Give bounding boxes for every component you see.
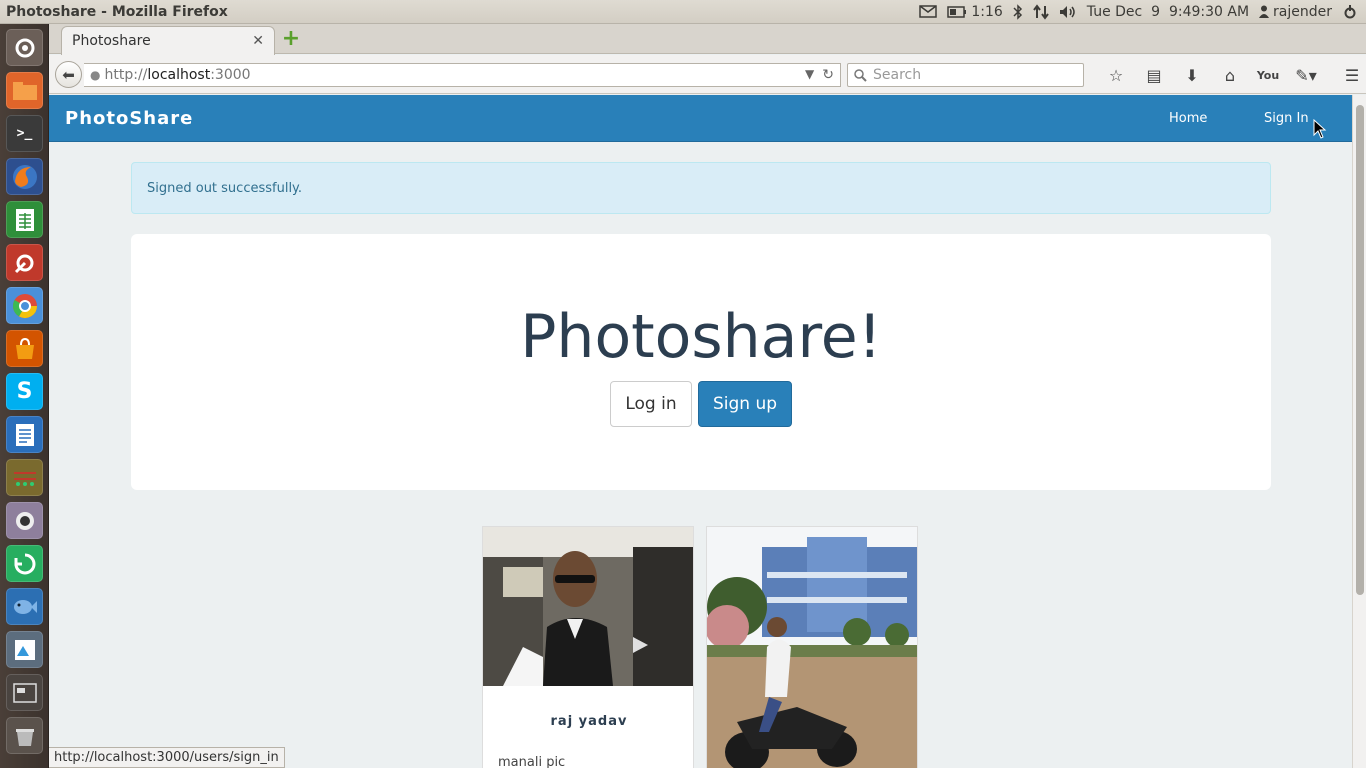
search-icon xyxy=(854,68,867,82)
card-user-name: raj yadav xyxy=(550,714,628,729)
bluetooth-icon[interactable] xyxy=(1013,3,1023,20)
battery-icon xyxy=(947,5,967,18)
workspace-icon[interactable] xyxy=(6,674,43,711)
url-prefix: http:// xyxy=(104,67,148,83)
firefox-icon[interactable] xyxy=(6,158,43,195)
volume-icon[interactable] xyxy=(1059,5,1077,19)
page-viewport: PhotoShare Home Sign In Signed out succe… xyxy=(49,95,1352,768)
skype-icon[interactable]: S xyxy=(6,373,43,410)
youtube-icon[interactable]: You xyxy=(1249,69,1287,82)
webcam-icon[interactable] xyxy=(6,502,43,539)
url-host: localhost xyxy=(147,67,211,83)
globe-icon: ● xyxy=(90,68,101,82)
power-gear-icon[interactable] xyxy=(1342,4,1358,20)
toolbar-icons: ☆ ▤ ⬇ ⌂ You ✎▾ ☰ xyxy=(1097,63,1366,87)
dash-icon[interactable] xyxy=(6,29,43,66)
trash-icon[interactable] xyxy=(6,717,43,754)
launcher: >_ S xyxy=(0,24,49,768)
terminal-icon[interactable]: >_ xyxy=(6,115,43,152)
scrollbar-thumb[interactable] xyxy=(1356,105,1364,595)
username: rajender xyxy=(1273,3,1332,20)
window-title: Photoshare - Mozilla Firefox xyxy=(6,3,228,20)
battery-time: 1:16 xyxy=(971,3,1003,20)
mail-icon[interactable] xyxy=(919,5,938,18)
recycle-icon[interactable] xyxy=(6,545,43,582)
page-heading: Photoshare! xyxy=(520,302,882,372)
home-icon[interactable]: ⌂ xyxy=(1211,66,1249,85)
menu-icon[interactable]: ☰ xyxy=(1333,66,1366,85)
status-bar: http://localhost:3000/users/sign_in xyxy=(49,747,285,768)
clock[interactable]: Tue Dec 9 9:49:30 AM xyxy=(1087,4,1249,20)
writer-icon[interactable] xyxy=(6,416,43,453)
downloads-icon[interactable]: ⬇ xyxy=(1173,66,1211,85)
site-brand[interactable]: PhotoShare xyxy=(65,108,193,129)
search-placeholder: Search xyxy=(873,67,922,83)
user-menu[interactable]: rajender xyxy=(1259,4,1332,20)
site-navbar: PhotoShare Home Sign In xyxy=(49,95,1352,142)
nav-home-link[interactable]: Home xyxy=(1169,111,1207,126)
battery-indicator[interactable]: 1:16 xyxy=(947,3,1003,20)
indicator-area: 1:16 Tue Dec 9 9:49:30 AM rajender xyxy=(919,4,1366,20)
tab-title: Photoshare xyxy=(72,33,151,49)
chrome-icon[interactable] xyxy=(6,287,43,324)
top-panel: Photoshare - Mozilla Firefox 1:16 Tue De… xyxy=(0,0,1366,24)
card-description: manali pic xyxy=(498,755,566,768)
developer-tools-icon[interactable]: ✎▾ xyxy=(1287,66,1325,85)
back-arrow-icon: ⬅ xyxy=(62,65,75,84)
hero-panel: Photoshare! Log in Sign up xyxy=(131,234,1271,490)
bookmark-star-icon[interactable]: ☆ xyxy=(1097,66,1135,85)
fish-icon[interactable] xyxy=(6,588,43,625)
mouse-cursor-icon xyxy=(1313,119,1327,139)
search-input[interactable]: Search xyxy=(847,63,1084,87)
url-bar[interactable]: ● http://localhost:3000 ▼ ↻ xyxy=(84,63,841,87)
signup-button[interactable]: Sign up xyxy=(698,381,792,427)
tab-photoshare[interactable]: Photoshare ✕ xyxy=(61,26,275,55)
files-icon[interactable] xyxy=(6,72,43,109)
page-scrollbar[interactable] xyxy=(1352,95,1366,768)
calculator-icon[interactable] xyxy=(6,459,43,496)
flash-alert: Signed out successfully. xyxy=(131,162,1271,214)
software-center-icon[interactable] xyxy=(6,330,43,367)
photo-card[interactable]: raj yadav manali pic xyxy=(482,526,694,768)
spreadsheet-icon[interactable] xyxy=(6,201,43,238)
photo-card[interactable] xyxy=(706,526,918,768)
history-dropdown-icon[interactable]: ▼ xyxy=(805,67,814,83)
network-icon[interactable] xyxy=(1032,3,1049,20)
login-button[interactable]: Log in xyxy=(610,381,692,427)
nav-sign-in-link[interactable]: Sign In xyxy=(1264,111,1309,126)
new-tab-icon[interactable]: + xyxy=(281,28,301,50)
back-button[interactable]: ⬅ xyxy=(55,61,82,88)
close-tab-icon[interactable]: ✕ xyxy=(252,33,264,49)
user-icon xyxy=(1259,5,1270,18)
settings-icon[interactable] xyxy=(6,244,43,281)
photo-raj-yadav[interactable] xyxy=(483,527,694,686)
reload-icon[interactable]: ↻ xyxy=(822,67,834,83)
tab-strip: Photoshare ✕ + xyxy=(49,24,1366,55)
reading-list-icon[interactable]: ▤ xyxy=(1135,66,1173,85)
url-port: :3000 xyxy=(210,67,251,83)
image-viewer-icon[interactable] xyxy=(6,631,43,668)
browser-toolbar: ⬅ ● http://localhost:3000 ▼ ↻ Search ☆ ▤… xyxy=(49,55,1366,94)
photo-bike[interactable] xyxy=(707,527,918,768)
